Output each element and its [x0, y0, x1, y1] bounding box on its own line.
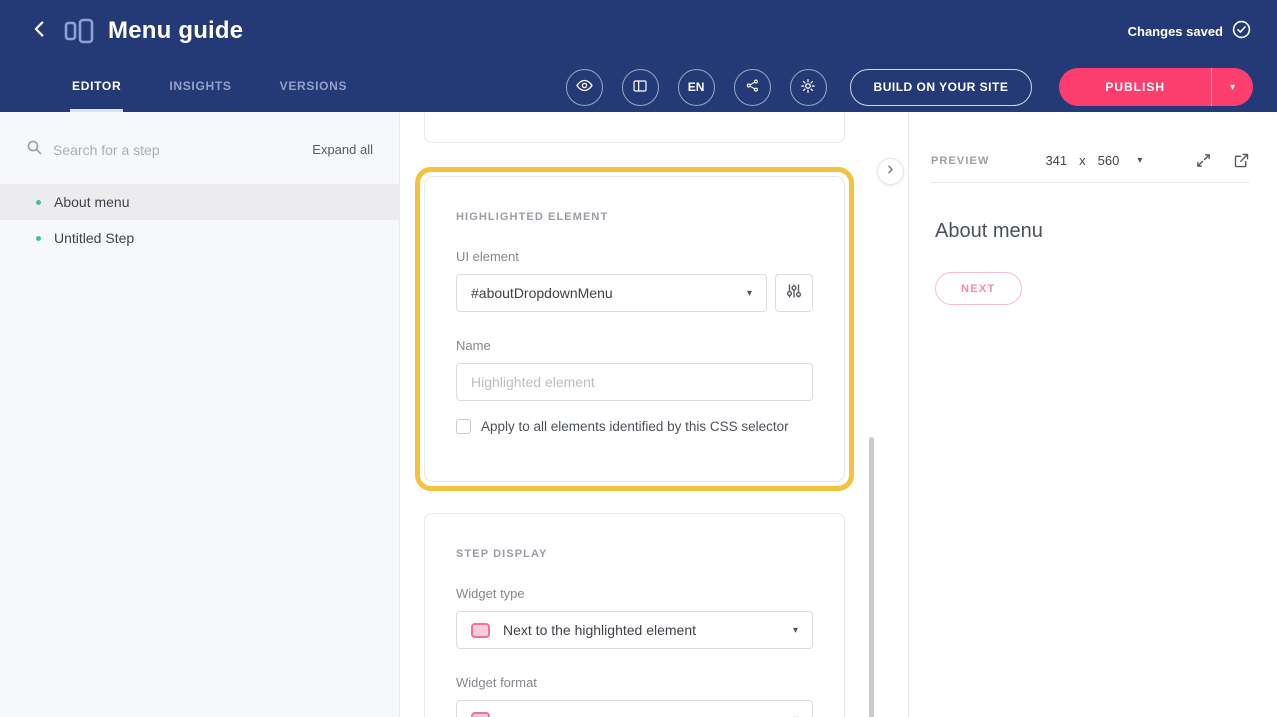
eye-icon [576, 77, 593, 97]
apply-all-row: Apply to all elements identified by this… [456, 419, 813, 434]
step-display-card: STEP DISPLAY Widget type Next to the hig… [424, 513, 845, 717]
changes-saved-label: Changes saved [1128, 24, 1223, 39]
next-button[interactable]: NEXT [935, 272, 1022, 305]
step-label: About menu [54, 194, 130, 210]
preview-body: About menu NEXT [909, 183, 1277, 342]
widget-format-select[interactable]: ▾ [456, 700, 813, 717]
preview-width-value: 341 [1045, 153, 1067, 168]
search-input[interactable] [53, 142, 301, 158]
app-logo-icon [64, 18, 94, 44]
preview-title: PREVIEW [931, 155, 989, 167]
apply-all-checkbox[interactable] [456, 419, 471, 434]
back-arrow-icon [29, 18, 51, 45]
step-search-row: Expand all [0, 139, 399, 160]
language-button[interactable]: EN [678, 69, 715, 106]
widget-type-label: Widget type [456, 586, 813, 601]
top-bar: Menu guide Changes saved EDITOR INSIGHTS… [0, 0, 1277, 112]
expand-preview-button[interactable] [1195, 152, 1212, 169]
gear-icon [800, 78, 816, 97]
chevron-right-icon [884, 163, 897, 181]
preview-actions [1195, 152, 1250, 169]
widget-tooltip-icon [471, 712, 490, 717]
tab-versions[interactable]: VERSIONS [278, 62, 350, 112]
topbar-actions: EN BUILD ON YOUR SITE PUBLISH ▾ [566, 68, 1253, 106]
ui-element-value: #aboutDropdownMenu [471, 285, 613, 301]
sidebar-item-untitled-step[interactable]: Untitled Step [0, 220, 399, 256]
editor-tabs: EDITOR INSIGHTS VERSIONS [70, 62, 349, 112]
step-settings-canvas: HIGHLIGHTED ELEMENT UI element #aboutDro… [400, 112, 908, 717]
highlighted-element-card-outline: HIGHLIGHTED ELEMENT UI element #aboutDro… [415, 167, 854, 491]
widget-type-value: Next to the highlighted element [503, 622, 696, 638]
settings-button[interactable] [790, 69, 827, 106]
chevron-down-icon: ▾ [747, 288, 752, 299]
ui-element-label: UI element [456, 249, 813, 264]
chevron-down-icon: ▾ [1230, 82, 1235, 93]
step-label: Untitled Step [54, 230, 134, 246]
canvas-scrollbar[interactable] [869, 437, 874, 717]
step-status-dot [36, 236, 41, 241]
tab-editor[interactable]: EDITOR [70, 62, 123, 112]
share-button[interactable] [734, 69, 771, 106]
name-label: Name [456, 338, 813, 353]
chevron-down-icon: ▾ [793, 714, 798, 717]
widget-tooltip-icon [471, 623, 490, 638]
layout-columns-icon [632, 78, 648, 97]
previous-settings-card [424, 112, 845, 143]
expand-all-link[interactable]: Expand all [312, 142, 373, 157]
widget-type-select[interactable]: Next to the highlighted element ▾ [456, 611, 813, 649]
app-window: Menu guide Changes saved EDITOR INSIGHTS… [0, 0, 1277, 717]
build-on-your-site-button[interactable]: BUILD ON YOUR SITE [850, 69, 1033, 106]
share-icon [745, 78, 760, 96]
tab-insights[interactable]: INSIGHTS [167, 62, 233, 112]
preview-header: PREVIEW 341 x 560 ▾ [931, 139, 1250, 183]
check-circle-icon [1232, 20, 1251, 42]
page-title: Menu guide [108, 17, 243, 45]
highlighted-element-card: HIGHLIGHTED ELEMENT UI element #aboutDro… [424, 176, 845, 482]
preview-eye-button[interactable] [566, 69, 603, 106]
preview-size-dropdown[interactable]: 341 x 560 ▾ [1045, 153, 1142, 168]
preview-panel: PREVIEW 341 x 560 ▾ About menu NEXT [908, 112, 1277, 717]
section-title: HIGHLIGHTED ELEMENT [456, 211, 813, 223]
sliders-icon [786, 283, 802, 304]
widget-format-label: Widget format [456, 675, 813, 690]
preview-step-title: About menu [935, 220, 1251, 243]
steps-sidebar: Expand all About menu Untitled Step [0, 112, 400, 717]
dimension-separator: x [1079, 153, 1086, 168]
chevron-down-icon: ▾ [793, 625, 798, 636]
section-title: STEP DISPLAY [456, 548, 813, 560]
open-external-button[interactable] [1233, 152, 1250, 169]
sidebar-item-about-menu[interactable]: About menu [0, 184, 399, 220]
collapse-panel-button[interactable] [877, 158, 904, 185]
step-status-dot [36, 200, 41, 205]
changes-saved-status: Changes saved [1128, 20, 1251, 42]
ui-element-select[interactable]: #aboutDropdownMenu ▾ [456, 274, 767, 312]
step-list: About menu Untitled Step [0, 184, 399, 256]
publish-button-group: PUBLISH ▾ [1059, 68, 1253, 106]
search-icon [26, 139, 42, 160]
element-picker-settings-button[interactable] [775, 274, 813, 312]
publish-dropdown-button[interactable]: ▾ [1211, 68, 1253, 106]
publish-button[interactable]: PUBLISH [1059, 68, 1211, 106]
preview-height-value: 560 [1098, 153, 1120, 168]
chevron-down-icon: ▾ [1137, 155, 1142, 166]
apply-all-label: Apply to all elements identified by this… [481, 419, 789, 434]
back-button[interactable] [26, 17, 54, 45]
language-label: EN [688, 80, 705, 94]
layout-panel-button[interactable] [622, 69, 659, 106]
highlighted-element-name-input[interactable] [456, 363, 813, 401]
